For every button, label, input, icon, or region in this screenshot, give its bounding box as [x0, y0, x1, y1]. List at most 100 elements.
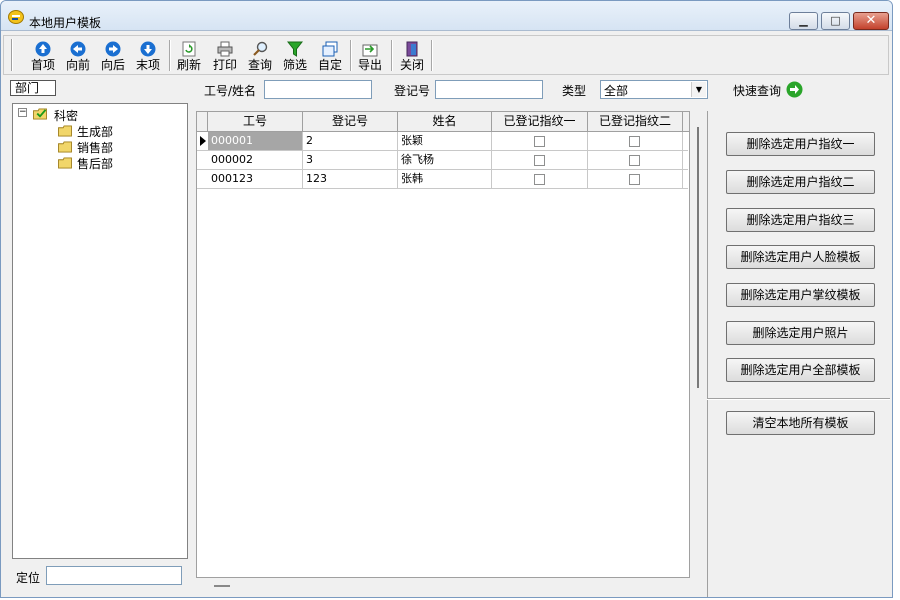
fp1-checkbox[interactable] — [534, 155, 545, 166]
folder-icon — [58, 157, 72, 169]
custom-label: 自定 — [317, 58, 342, 72]
filter-button[interactable]: 筛选 — [280, 39, 310, 73]
tree-node-label: 售后部 — [77, 157, 114, 171]
reg-number-input[interactable] — [435, 80, 543, 99]
cell-reg[interactable]: 3 — [303, 151, 398, 169]
type-select-value: 全部 — [604, 84, 629, 98]
action-divider — [707, 398, 890, 400]
cell-name[interactable]: 张颖 — [398, 132, 492, 150]
delete-palm-template-button[interactable]: 删除选定用户掌纹模板 — [726, 283, 875, 307]
window-title: 本地用户模板 — [29, 16, 102, 30]
delete-face-template-button[interactable]: 删除选定用户人脸模板 — [726, 245, 875, 269]
toolbar-grip[interactable] — [11, 39, 13, 71]
chevron-down-icon[interactable]: ▼ — [691, 82, 706, 97]
query-button[interactable]: 查询 — [245, 39, 275, 73]
cell-id[interactable]: 000001 — [208, 132, 303, 150]
prev-record-button[interactable]: 向前 — [63, 39, 93, 73]
quick-query-label[interactable]: 快速查询 — [733, 82, 781, 99]
query-label: 查询 — [247, 58, 272, 72]
table-row[interactable]: 000123 123 张韩 — [197, 170, 688, 189]
grid-header: 工号 登记号 姓名 已登记指纹一 已登记指纹二 — [197, 112, 689, 132]
delete-fingerprint1-button[interactable]: 删除选定用户指纹一 — [726, 132, 875, 156]
maximize-button[interactable]: □ — [821, 12, 850, 30]
delete-all-templates-button[interactable]: 删除选定用户全部模板 — [726, 358, 875, 382]
search-bar: 部门 工号/姓名 登记号 类型 全部 ▼ 快速查询 — [1, 77, 892, 103]
toolbar: 首项 向前 向后 末项 刷新 打印 查询 筛选 自定 导出 关闭 — [3, 35, 889, 75]
refresh-button[interactable]: 刷新 — [174, 39, 204, 73]
arrow-up-circle-icon — [35, 41, 51, 57]
fp2-checkbox[interactable] — [629, 155, 640, 166]
window-copy-icon — [322, 41, 338, 57]
cell-name[interactable]: 徐飞杨 — [398, 151, 492, 169]
tab-department[interactable]: 部门 — [10, 80, 56, 96]
app-icon — [8, 10, 24, 24]
clear-local-templates-button[interactable]: 清空本地所有模板 — [726, 411, 875, 435]
cell-id[interactable]: 000123 — [208, 170, 303, 188]
column-header[interactable]: 工号 — [208, 112, 303, 132]
department-tree: − 科密 生成部 销售部 售后部 — [12, 103, 188, 559]
fp2-checkbox[interactable] — [629, 174, 640, 185]
prev-record-label: 向前 — [65, 58, 90, 72]
folder-checked-icon — [33, 108, 47, 120]
print-label: 打印 — [212, 58, 237, 72]
export-button[interactable]: 导出 — [355, 39, 385, 73]
close-label: 关闭 — [399, 58, 424, 72]
toolbar-separator — [391, 40, 393, 71]
fp2-checkbox[interactable] — [629, 136, 640, 147]
go-arrow-icon[interactable] — [786, 81, 803, 98]
column-header[interactable]: 已登记指纹二 — [588, 112, 683, 132]
exit-door-icon — [406, 41, 418, 57]
collapse-icon[interactable]: − — [18, 108, 27, 117]
filter-label: 筛选 — [282, 58, 307, 72]
type-label: 类型 — [562, 84, 587, 98]
fp1-checkbox[interactable] — [534, 174, 545, 185]
custom-button[interactable]: 自定 — [315, 39, 345, 73]
close-icon: ✕ — [865, 13, 877, 28]
delete-photo-button[interactable]: 删除选定用户照片 — [726, 321, 875, 345]
folder-icon — [58, 125, 72, 137]
arrow-down-circle-icon — [140, 41, 156, 57]
cell-reg[interactable]: 2 — [303, 132, 398, 150]
cell-name[interactable]: 张韩 — [398, 170, 492, 188]
tree-node-label: 科密 — [54, 109, 79, 123]
cell-fp2 — [588, 132, 683, 150]
filter-funnel-icon — [287, 41, 303, 57]
refresh-icon — [182, 41, 196, 57]
minimize-button[interactable]: ▁ — [789, 12, 818, 30]
close-button[interactable]: 关闭 — [397, 39, 427, 73]
last-record-label: 末项 — [135, 58, 160, 72]
id-name-label: 工号/姓名 — [204, 84, 257, 98]
last-record-button[interactable]: 末项 — [133, 39, 163, 73]
delete-fingerprint2-button[interactable]: 删除选定用户指纹二 — [726, 170, 875, 194]
toolbar-separator — [169, 40, 171, 71]
cell-id[interactable]: 000002 — [208, 151, 303, 169]
column-header[interactable]: 已登记指纹一 — [492, 112, 588, 132]
folder-icon — [58, 141, 72, 153]
cell-reg[interactable]: 123 — [303, 170, 398, 188]
type-select[interactable]: 全部 ▼ — [600, 80, 708, 99]
title-bar[interactable]: 本地用户模板 ▁ □ ✕ — [1, 1, 892, 31]
column-header[interactable]: 姓名 — [398, 112, 492, 132]
print-button[interactable]: 打印 — [210, 39, 240, 73]
next-record-button[interactable]: 向后 — [98, 39, 128, 73]
first-record-button[interactable]: 首项 — [28, 39, 58, 73]
column-header[interactable]: 登记号 — [303, 112, 398, 132]
id-name-input[interactable] — [264, 80, 372, 99]
row-indicator-header — [197, 112, 208, 132]
table-row[interactable]: 000002 3 徐飞杨 — [197, 151, 688, 170]
vertical-scrollbar[interactable] — [697, 127, 699, 388]
arrow-left-circle-icon — [70, 41, 86, 57]
locate-input[interactable] — [46, 566, 182, 585]
arrow-right-circle-icon — [105, 41, 121, 57]
fp1-checkbox[interactable] — [534, 136, 545, 147]
toolbar-separator — [350, 40, 352, 71]
close-window-button[interactable]: ✕ — [853, 12, 889, 30]
cell-fp1 — [492, 151, 588, 169]
main-window: 本地用户模板 ▁ □ ✕ 首项 向前 向后 末项 刷新 打印 查询 筛选 自定 … — [0, 0, 893, 598]
tree-node-label: 生成部 — [77, 125, 114, 139]
table-row[interactable]: 000001 2 张颖 — [197, 132, 688, 151]
horizontal-scrollbar[interactable] — [214, 585, 230, 587]
reg-number-label: 登记号 — [394, 84, 431, 98]
delete-fingerprint3-button[interactable]: 删除选定用户指纹三 — [726, 208, 875, 232]
next-record-label: 向后 — [100, 58, 125, 72]
